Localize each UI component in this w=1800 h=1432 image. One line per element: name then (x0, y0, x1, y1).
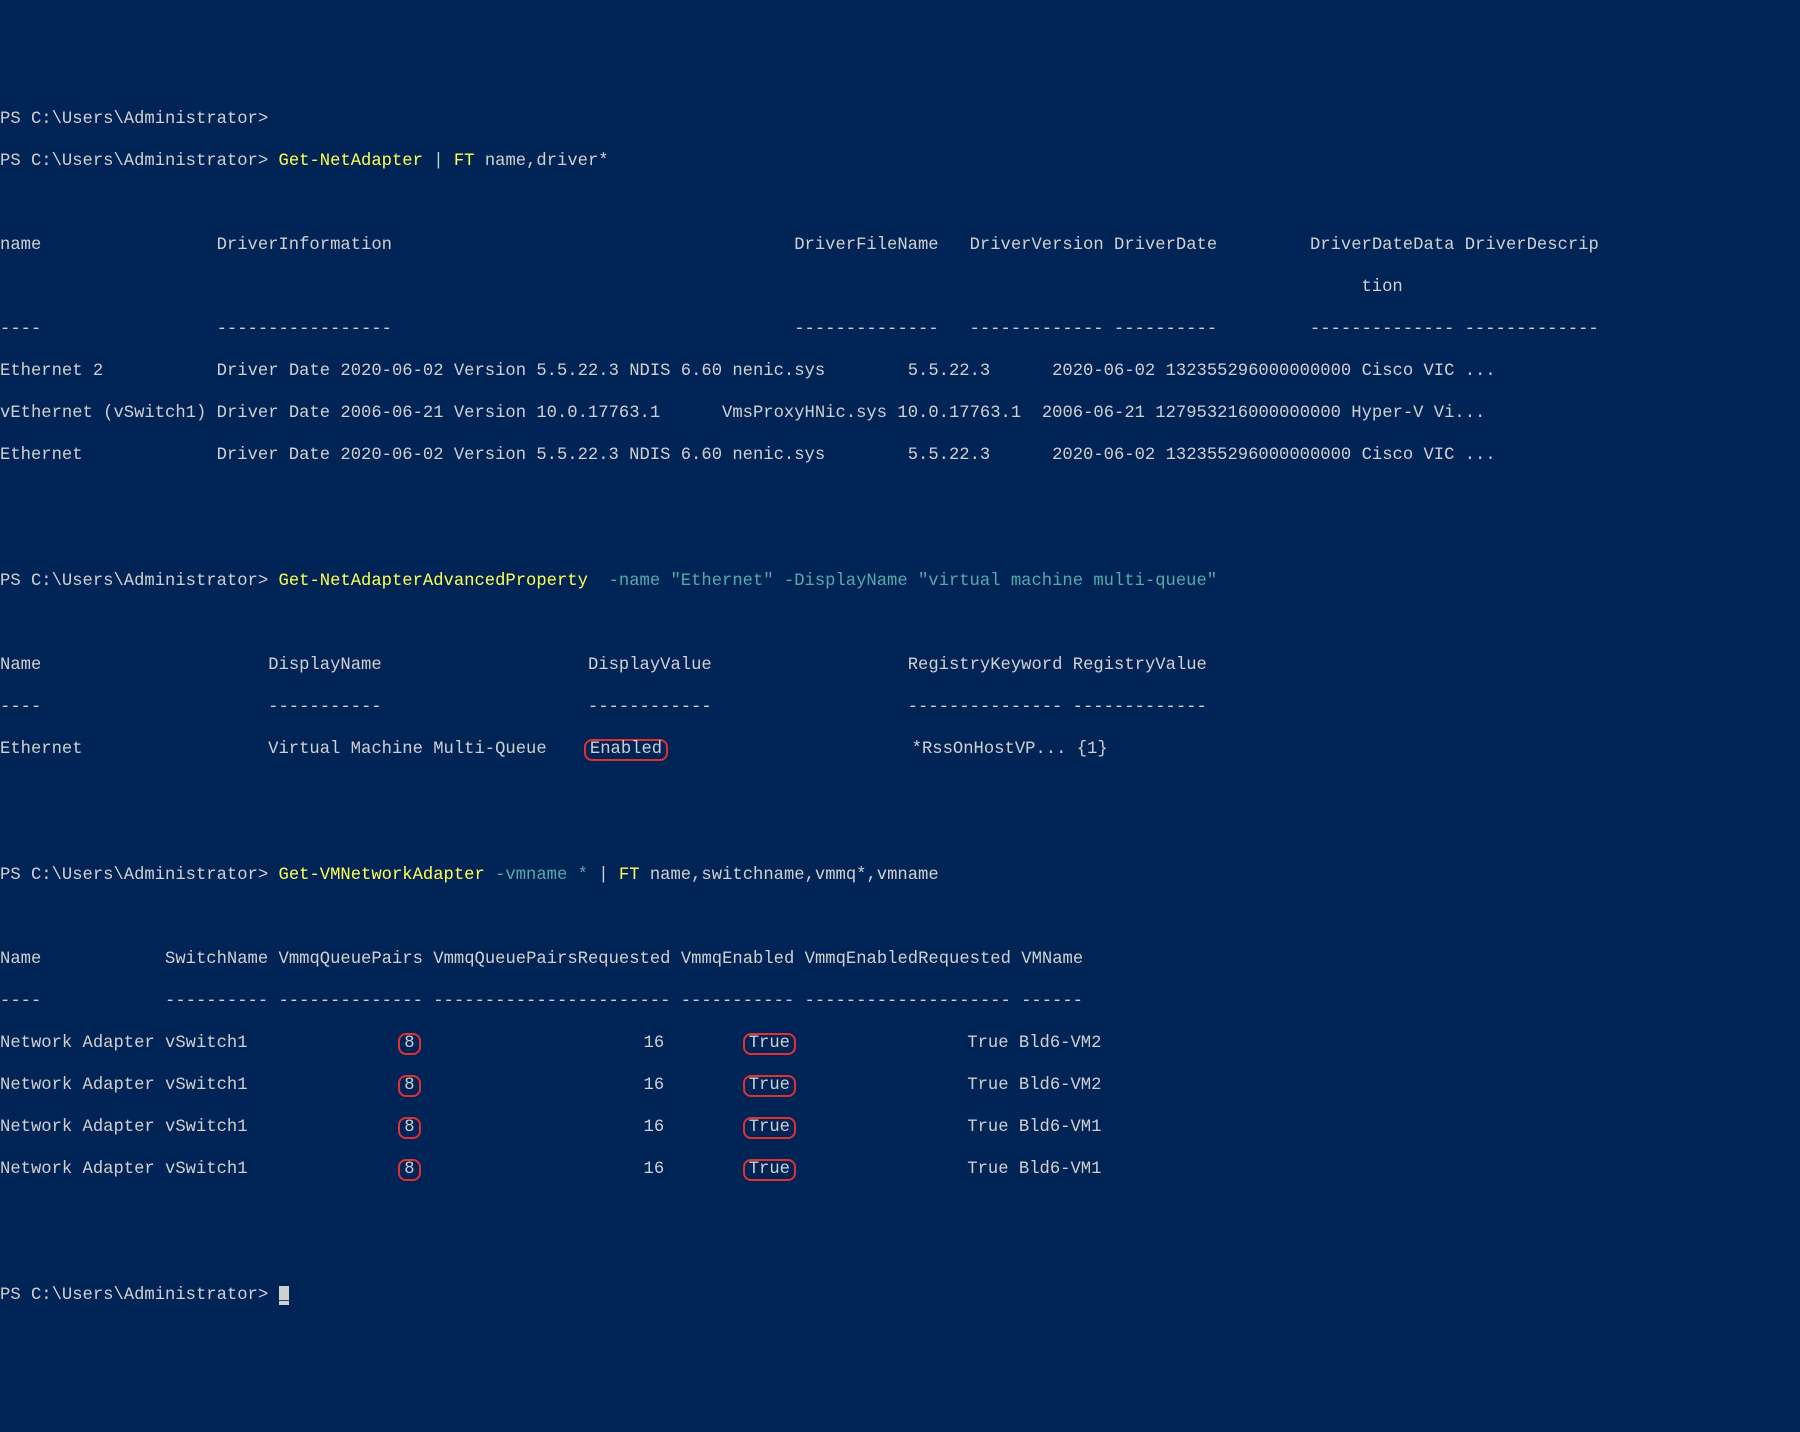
highlight-enabled: Enabled (584, 739, 668, 761)
table2-divider: ---- ----------- ------------ ----------… (0, 697, 1800, 718)
command-line-3: PS C:\Users\Administrator> Get-VMNetwork… (0, 865, 1800, 886)
highlight-vmmqenabled: True (743, 1075, 796, 1097)
blank-line (0, 907, 1800, 928)
blank-line (0, 1201, 1800, 1222)
table1-header-line2: tion (0, 277, 1800, 298)
table3-divider: ---- ---------- -------------- ---------… (0, 991, 1800, 1012)
highlight-vmmqenabled: True (743, 1033, 796, 1055)
command-line-1: PS C:\Users\Administrator> Get-NetAdapte… (0, 151, 1800, 172)
cursor: _ (279, 1286, 289, 1305)
cmdlet-ft: FT (619, 866, 640, 885)
table3-row: Network Adapter vSwitch1 8 16 True True … (0, 1033, 1800, 1054)
highlight-vmmqqueuepairs: 8 (398, 1159, 420, 1181)
command-line-2: PS C:\Users\Administrator> Get-NetAdapte… (0, 571, 1800, 592)
table1-row: Ethernet Driver Date 2020-06-02 Version … (0, 445, 1800, 466)
highlight-vmmqenabled: True (743, 1117, 796, 1139)
table1-divider: ---- ----------------- -------------- --… (0, 319, 1800, 340)
blank-line (0, 613, 1800, 634)
powershell-terminal[interactable]: PS C:\Users\Administrator> PS C:\Users\A… (0, 84, 1800, 1327)
blank-line (0, 1243, 1800, 1264)
cmdlet-ft: FT (454, 152, 475, 171)
blank-line (0, 529, 1800, 550)
highlight-vmmqqueuepairs: 8 (398, 1117, 420, 1139)
table3-row: Network Adapter vSwitch1 8 16 True True … (0, 1117, 1800, 1138)
prompt-line-cursor[interactable]: PS C:\Users\Administrator> _ (0, 1285, 1800, 1306)
blank-line (0, 487, 1800, 508)
highlight-vmmqenabled: True (743, 1159, 796, 1181)
table3-row: Network Adapter vSwitch1 8 16 True True … (0, 1075, 1800, 1096)
table2-row: Ethernet Virtual Machine Multi-Queue Ena… (0, 739, 1800, 760)
blank-line (0, 823, 1800, 844)
highlight-vmmqqueuepairs: 8 (398, 1033, 420, 1055)
cmdlet-get-netadapter: Get-NetAdapter (279, 152, 423, 171)
blank-line (0, 781, 1800, 802)
blank-line (0, 193, 1800, 214)
table3-header: Name SwitchName VmmqQueuePairs VmmqQueue… (0, 949, 1800, 970)
table3-row: Network Adapter vSwitch1 8 16 True True … (0, 1159, 1800, 1180)
table2-header: Name DisplayName DisplayValue RegistryKe… (0, 655, 1800, 676)
table1-row: vEthernet (vSwitch1) Driver Date 2006-06… (0, 403, 1800, 424)
table1-header-line1: name DriverInformation DriverFileName Dr… (0, 235, 1800, 256)
cmdlet-get-vmnetworkadapter: Get-VMNetworkAdapter (279, 866, 485, 885)
table1-row: Ethernet 2 Driver Date 2020-06-02 Versio… (0, 361, 1800, 382)
prompt-line-empty: PS C:\Users\Administrator> (0, 109, 1800, 130)
highlight-vmmqqueuepairs: 8 (398, 1075, 420, 1097)
cmdlet-get-netadapteradvancedproperty: Get-NetAdapterAdvancedProperty (279, 572, 588, 591)
